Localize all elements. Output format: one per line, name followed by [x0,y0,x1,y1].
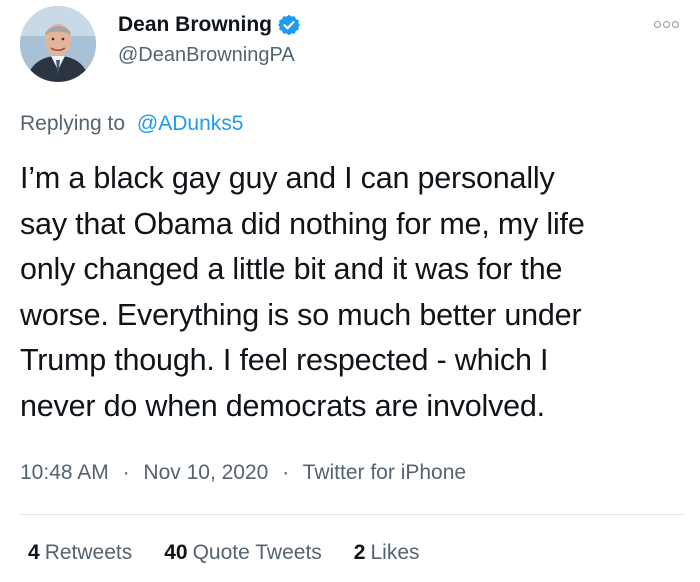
tweet-text-line: I’m a black gay guy and I can personally [20,161,555,195]
engagement-stats: 4 Retweets 40 Quote Tweets 2 Likes [28,541,452,565]
more-dot [663,20,670,28]
author-name-row[interactable]: Dean Browning [118,12,301,38]
replying-to-label: Replying to [20,112,126,135]
tweet-text-line: never do when democrats are involved. [20,388,545,423]
avatar-image [20,6,96,82]
author-display-name[interactable]: Dean Browning [118,13,272,37]
more-options-icon[interactable] [654,18,684,30]
reply-mention-link[interactable]: @ADunks5 [137,112,244,135]
quote-tweets-count: 40 [164,541,188,564]
avatar[interactable] [20,6,96,82]
tweet-time[interactable]: 10:48 AM [20,461,109,484]
tweet-card: Dean Browning @DeanBrowningPA Replying t… [0,0,700,582]
retweets-stat[interactable]: 4 Retweets [28,541,132,565]
likes-count: 2 [353,541,366,564]
likes-label: Likes [370,541,420,564]
quote-tweets-stat[interactable]: 40 Quote Tweets [164,541,322,565]
tweet-source[interactable]: Twitter for iPhone [303,461,466,484]
meta-separator: · [122,461,130,484]
retweets-label: Retweets [44,541,133,564]
tweet-date[interactable]: Nov 10, 2020 [143,461,268,484]
more-dot [672,20,679,28]
tweet-text: I’m a black gay guy and I can personally… [20,156,690,429]
meta-separator: · [282,461,290,484]
more-dot [654,20,661,28]
tweet-text-line: worse. Everything is so much better unde… [20,297,582,332]
tweet-text-line: only changed a little bit and it was for… [20,252,563,286]
tweet-meta: 10:48 AM · Nov 10, 2020 · Twitter for iP… [20,461,466,485]
retweets-count: 4 [28,541,40,564]
tweet-text-line: say that Obama did nothing for me, my li… [20,206,585,241]
likes-stat[interactable]: 2 Likes [354,541,420,565]
tweet-text-line: Trump though. I feel respected - which I [20,343,549,377]
verified-badge-icon [278,14,301,36]
divider [20,514,684,515]
quote-tweets-label: Quote Tweets [192,541,322,564]
replying-to: Replying to @ADunks5 [20,112,243,136]
author-handle[interactable]: @DeanBrowningPA [118,44,295,67]
